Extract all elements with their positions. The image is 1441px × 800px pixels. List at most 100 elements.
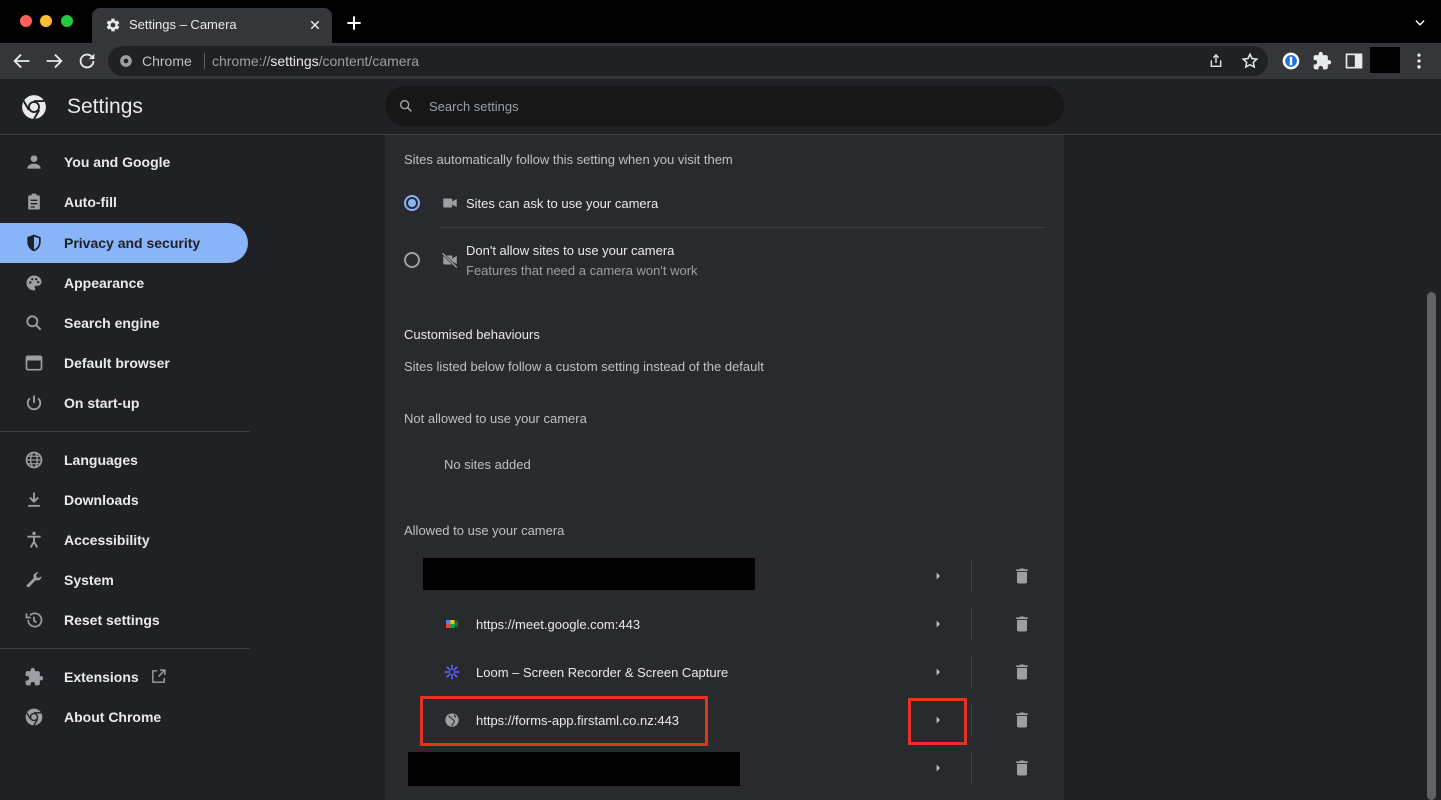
password-manager-extension-icon[interactable] xyxy=(1281,51,1301,71)
sidebar-item-about-chrome[interactable]: About Chrome xyxy=(0,697,248,737)
delete-icon[interactable] xyxy=(1012,614,1032,634)
sidebar-item-label: Auto-fill xyxy=(64,194,117,210)
arrow-right-icon[interactable] xyxy=(930,664,946,680)
delete-icon[interactable] xyxy=(1012,758,1032,778)
reload-icon[interactable] xyxy=(76,50,98,72)
highlight-site-label-box xyxy=(420,696,708,746)
tab-settings-camera[interactable]: Settings – Camera xyxy=(92,8,332,43)
row-separator xyxy=(971,752,972,784)
row-separator xyxy=(971,560,972,592)
sidebar-item-languages[interactable]: Languages xyxy=(0,440,248,480)
sidebar-item-system[interactable]: System xyxy=(0,560,248,600)
sidebar-item-label: System xyxy=(64,572,114,588)
search-icon xyxy=(26,315,42,331)
sidebar-item-label: Languages xyxy=(64,452,138,468)
sidebar-item-label: About Chrome xyxy=(64,709,162,725)
share-icon[interactable] xyxy=(1208,53,1224,69)
allowed-site-row[interactable] xyxy=(385,552,1064,600)
minimize-window-button[interactable] xyxy=(40,15,52,27)
sidebar-item-label: Extensions xyxy=(64,669,139,685)
back-arrow-icon[interactable] xyxy=(11,50,33,72)
sidebar-item-extensions[interactable]: Extensions xyxy=(0,657,248,697)
delete-icon[interactable] xyxy=(1012,566,1032,586)
restore-icon xyxy=(25,612,43,628)
omnibox-chip: Chrome xyxy=(142,53,192,69)
settings-header: Settings xyxy=(0,79,1441,135)
sidebar-item-reset-settings[interactable]: Reset settings xyxy=(0,600,248,640)
palette-icon xyxy=(26,275,42,291)
sidebar-item-label: Default browser xyxy=(64,355,170,371)
sidebar-item-autofill[interactable]: Auto-fill xyxy=(0,182,248,222)
default-behaviour-intro: Sites automatically follow this setting … xyxy=(404,152,733,167)
search-input[interactable] xyxy=(429,86,1029,126)
maximize-window-button[interactable] xyxy=(61,15,73,27)
profile-avatar-button[interactable] xyxy=(1370,47,1400,73)
power-icon xyxy=(26,395,42,411)
page-title: Settings xyxy=(67,95,143,118)
allowed-site-row[interactable]: Loom – Screen Recorder & Screen Capture xyxy=(385,648,1064,696)
option-block-label[interactable]: Don't allow sites to use your camera xyxy=(466,243,674,258)
highlight-site-arrow-box xyxy=(908,698,967,745)
radio-allow-camera[interactable] xyxy=(404,195,420,211)
chrome-icon xyxy=(25,708,43,726)
sidebar-item-on-startup[interactable]: On start-up xyxy=(0,383,248,423)
clipboard-icon xyxy=(28,193,40,210)
extensions-puzzle-icon[interactable] xyxy=(1312,51,1332,71)
search-icon xyxy=(399,99,412,112)
sidebar-divider xyxy=(0,431,250,432)
option-block-sublabel: Features that need a camera won't work xyxy=(466,263,698,278)
videocam-icon xyxy=(443,198,457,208)
allowed-site-row[interactable] xyxy=(385,744,1064,792)
puzzle-icon xyxy=(25,667,44,686)
custom-behaviours-heading: Customised behaviours xyxy=(404,327,540,342)
sidebar-divider xyxy=(0,648,250,649)
arrow-right-icon[interactable] xyxy=(930,616,946,632)
sidebar-item-label: Privacy and security xyxy=(64,235,201,251)
new-tab-icon[interactable] xyxy=(344,13,364,33)
sidebar-item-search-engine[interactable]: Search engine xyxy=(0,303,248,343)
sidebar-item-appearance[interactable]: Appearance xyxy=(0,263,248,303)
browser-toolbar: Chrome chrome://settings/content/camera xyxy=(0,43,1441,79)
close-tab-icon[interactable] xyxy=(306,16,324,34)
allowed-sites-heading: Allowed to use your camera xyxy=(404,523,565,538)
redacted-site xyxy=(423,558,755,590)
sidebar-item-label: You and Google xyxy=(64,154,171,170)
more-menu-icon[interactable] xyxy=(1409,51,1429,71)
chevron-down-icon[interactable] xyxy=(1413,16,1427,30)
row-separator xyxy=(971,704,972,736)
page-scrollbar-thumb[interactable] xyxy=(1427,292,1436,800)
address-bar[interactable]: Chrome chrome://settings/content/camera xyxy=(108,46,1268,76)
delete-icon[interactable] xyxy=(1012,662,1032,682)
allowed-site-row[interactable]: https://meet.google.com:443 xyxy=(385,600,1064,648)
loom-icon xyxy=(444,664,460,680)
download-icon xyxy=(28,492,40,507)
delete-icon[interactable] xyxy=(1012,710,1032,730)
google-meet-icon xyxy=(446,620,458,628)
radio-block-camera[interactable] xyxy=(404,252,420,268)
option-allow-label[interactable]: Sites can ask to use your camera xyxy=(466,196,658,211)
arrow-right-icon[interactable] xyxy=(930,760,946,776)
sidebar-item-downloads[interactable]: Downloads xyxy=(0,480,248,520)
sidebar-item-accessibility[interactable]: Accessibility xyxy=(0,520,248,560)
sidebar-item-label: Reset settings xyxy=(64,612,160,628)
chrome-site-info-icon[interactable] xyxy=(119,54,133,68)
arrow-right-icon[interactable] xyxy=(930,568,946,584)
forward-arrow-icon[interactable] xyxy=(43,50,65,72)
search-settings-box[interactable] xyxy=(385,86,1064,126)
sidebar-item-you-and-google[interactable]: You and Google xyxy=(0,142,248,182)
shield-icon xyxy=(27,234,41,252)
sidebar-item-default-browser[interactable]: Default browser xyxy=(0,343,248,383)
option-divider xyxy=(440,227,1044,228)
row-separator xyxy=(971,608,972,640)
side-panel-icon[interactable] xyxy=(1344,51,1364,71)
sidebar-item-label: Appearance xyxy=(64,275,145,291)
sidebar-item-privacy-and-security[interactable]: Privacy and security xyxy=(0,223,248,263)
person-icon xyxy=(27,155,41,169)
blocked-sites-empty: No sites added xyxy=(444,457,531,472)
tab-strip: Settings – Camera xyxy=(0,0,1441,43)
bookmark-star-icon[interactable] xyxy=(1241,52,1259,70)
browser-icon xyxy=(25,355,43,371)
close-window-button[interactable] xyxy=(20,15,32,27)
wrench-icon xyxy=(26,572,42,588)
videocam-off-icon xyxy=(441,252,458,269)
